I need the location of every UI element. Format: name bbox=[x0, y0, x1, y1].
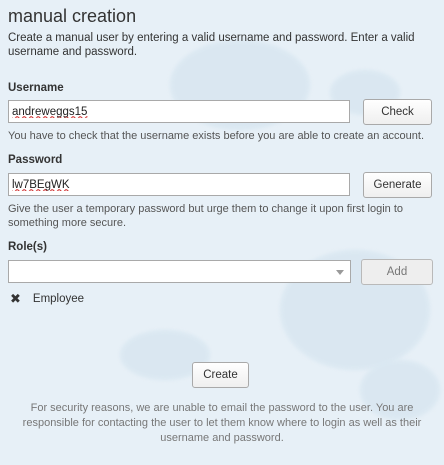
roles-label: Role(s) bbox=[8, 241, 47, 253]
password-help-text: Give the user a temporary password but u… bbox=[8, 203, 403, 229]
password-input[interactable] bbox=[8, 173, 350, 196]
generate-button[interactable]: Generate bbox=[363, 172, 432, 198]
page-title: manual creation bbox=[8, 6, 137, 26]
username-help-text: You have to check that the username exis… bbox=[8, 130, 425, 142]
role-list-item: ✖ Employee bbox=[10, 292, 84, 306]
password-label: Password bbox=[8, 154, 63, 166]
check-button[interactable]: Check bbox=[363, 99, 432, 125]
username-label: Username bbox=[8, 82, 64, 94]
role-label: Employee bbox=[32, 293, 85, 305]
security-note: For security reasons, we are unable to e… bbox=[22, 402, 422, 444]
add-role-button[interactable]: Add bbox=[361, 259, 433, 285]
username-input[interactable] bbox=[8, 100, 350, 123]
intro-text: Create a manual user by entering a valid… bbox=[8, 32, 415, 58]
create-button[interactable]: Create bbox=[192, 362, 249, 388]
roles-select[interactable] bbox=[8, 260, 351, 283]
chevron-down-icon[interactable] bbox=[336, 270, 344, 275]
close-icon[interactable]: ✖ bbox=[10, 292, 21, 306]
manual-creation-panel: manual creation Create a manual user by … bbox=[0, 0, 444, 465]
